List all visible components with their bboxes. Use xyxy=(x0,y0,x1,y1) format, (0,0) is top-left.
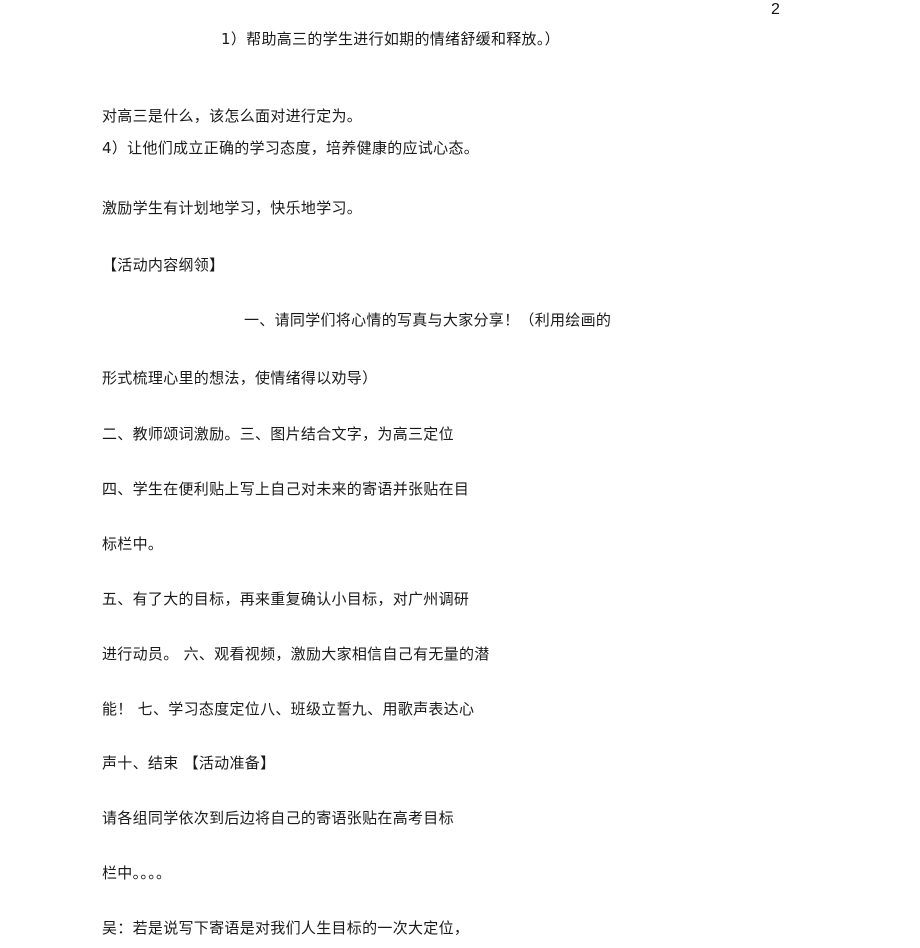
activity-5-6-line: 进行动员。 六、观看视频，激励大家相信自己有无量的潜 xyxy=(102,645,490,663)
objective-1-line: 1）帮助高三的学生进行如期的情绪舒缓和释放。） xyxy=(221,30,560,48)
objective-3-continuation-line: 对高三是什么，该怎么面对进行定为。 xyxy=(102,107,363,125)
preparation-continuation-line: 栏中。。。。 xyxy=(102,864,172,882)
activity-5-line: 五、有了大的目标，再来重复确认小目标，对广州调研 xyxy=(102,590,470,608)
activity-4-continuation-line: 标栏中。 xyxy=(102,535,164,553)
activity-4-line: 四、学生在便利贴上写上自己对未来的寄语并张贴在目 xyxy=(102,480,470,498)
activity-1-line: 一、请同学们将心情的写真与大家分享！（利用绘画的 xyxy=(244,311,612,329)
activity-2-3-line: 二、教师颂词激励。三、图片结合文字，为高三定位 xyxy=(102,425,454,443)
speaker-wu-line: 吴：若是说写下寄语是对我们人生目标的一次大定位， xyxy=(102,919,470,937)
section-heading-activity-outline: 【活动内容纲领】 xyxy=(102,256,225,274)
preparation-line: 请各组同学依次到后边将自己的寄语张贴在高考目标 xyxy=(102,809,454,827)
activity-10-preparation-line: 声十、结束 【活动准备】 xyxy=(102,754,276,772)
objective-5-line: 激励学生有计划地学习，快乐地学习。 xyxy=(102,199,363,217)
activity-1-continuation-line: 形式梳理心里的想法，使情绪得以劝导） xyxy=(102,369,378,387)
page-number: 2 xyxy=(771,1,780,18)
objective-4-line: 4）让他们成立正确的学习态度，培养健康的应试心态。 xyxy=(102,139,480,157)
activity-6-9-line: 能！ 七、学习态度定位八、班级立誓九、用歌声表达心 xyxy=(102,700,475,718)
